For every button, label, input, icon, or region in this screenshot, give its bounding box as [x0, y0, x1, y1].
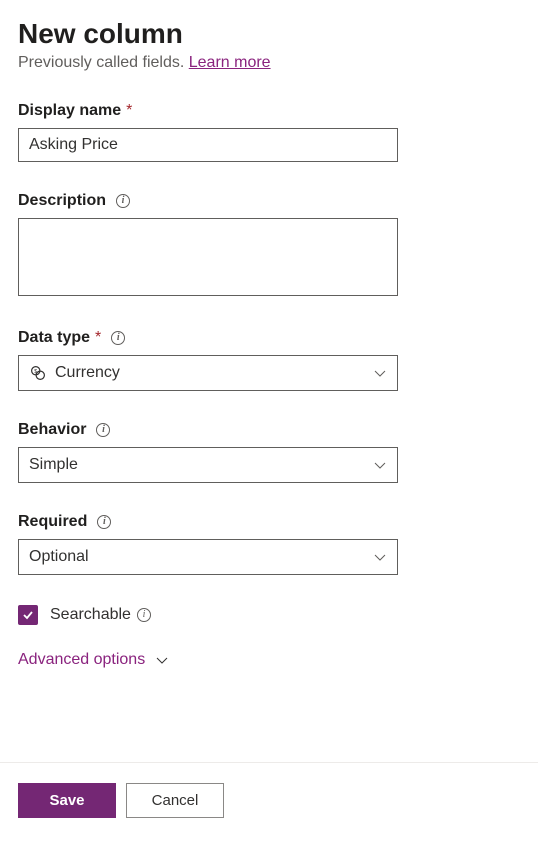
- display-name-label: Display name *: [18, 102, 520, 120]
- select-value: Currency: [55, 364, 120, 382]
- searchable-label: Searchable i: [50, 606, 151, 624]
- label-text: Data type: [18, 329, 90, 347]
- info-icon[interactable]: i: [137, 608, 151, 622]
- label-text: Searchable: [50, 606, 131, 624]
- chevron-down-icon: [373, 550, 387, 564]
- currency-icon: $: [29, 364, 47, 382]
- page-title: New column: [18, 18, 520, 50]
- learn-more-link[interactable]: Learn more: [189, 54, 271, 71]
- footer: Save Cancel: [0, 762, 538, 842]
- check-icon: [21, 608, 35, 622]
- field-data-type: Data type * i $ Currency: [18, 329, 520, 391]
- page-subtitle: Previously called fields. Learn more: [18, 54, 520, 72]
- advanced-options-toggle[interactable]: Advanced options: [18, 651, 169, 669]
- searchable-checkbox[interactable]: [18, 605, 38, 625]
- chevron-down-icon: [373, 366, 387, 380]
- subtitle-text: Previously called fields.: [18, 54, 189, 71]
- field-required: Required i Optional: [18, 513, 520, 575]
- field-behavior: Behavior i Simple: [18, 421, 520, 483]
- label-text: Display name: [18, 102, 121, 120]
- chevron-down-icon: [155, 653, 169, 667]
- field-description: Description i: [18, 192, 520, 299]
- field-searchable: Searchable i: [18, 605, 520, 625]
- info-icon[interactable]: i: [111, 331, 125, 345]
- cancel-button[interactable]: Cancel: [126, 783, 224, 818]
- label-text: Required: [18, 513, 87, 531]
- info-icon[interactable]: i: [97, 515, 111, 529]
- required-asterisk: *: [126, 102, 132, 120]
- display-name-input[interactable]: [18, 128, 398, 162]
- required-asterisk: *: [95, 329, 101, 347]
- data-type-label: Data type * i: [18, 329, 520, 347]
- label-text: Behavior: [18, 421, 86, 439]
- description-input[interactable]: [18, 218, 398, 296]
- behavior-select[interactable]: Simple: [18, 447, 398, 483]
- description-label: Description i: [18, 192, 520, 210]
- field-display-name: Display name *: [18, 102, 520, 162]
- behavior-label: Behavior i: [18, 421, 520, 439]
- advanced-label: Advanced options: [18, 651, 145, 669]
- svg-text:$: $: [34, 369, 37, 375]
- info-icon[interactable]: i: [116, 194, 130, 208]
- save-button[interactable]: Save: [18, 783, 116, 818]
- info-icon[interactable]: i: [96, 423, 110, 437]
- select-value: Simple: [29, 456, 78, 474]
- chevron-down-icon: [373, 458, 387, 472]
- new-column-panel: New column Previously called fields. Lea…: [0, 0, 538, 679]
- select-value: Optional: [29, 548, 89, 566]
- data-type-select[interactable]: $ Currency: [18, 355, 398, 391]
- required-select[interactable]: Optional: [18, 539, 398, 575]
- label-text: Description: [18, 192, 106, 210]
- required-label: Required i: [18, 513, 520, 531]
